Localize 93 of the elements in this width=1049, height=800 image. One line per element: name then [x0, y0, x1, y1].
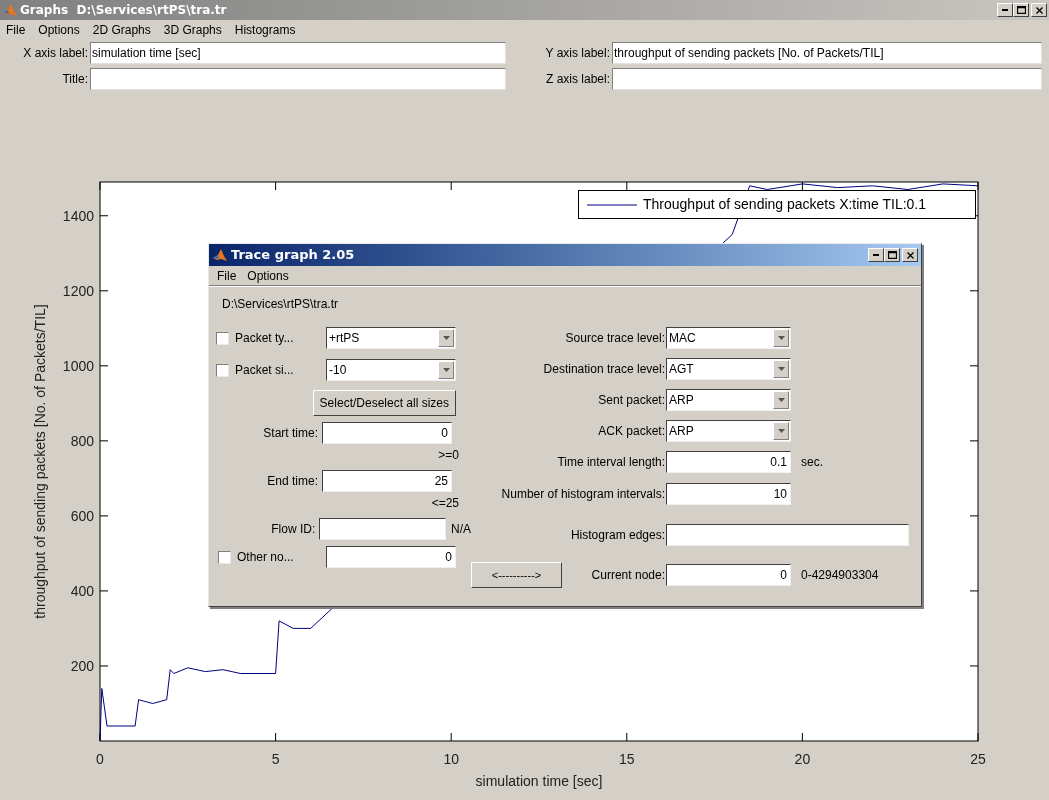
checkbox-label: Other no... [237, 549, 294, 566]
menu-item[interactable]: 2D Graphs [92, 21, 151, 39]
range-hint: <=25 [431, 495, 459, 512]
minimize-icon [1002, 9, 1008, 11]
menu-item[interactable]: Options [38, 21, 80, 39]
checkbox-label: Packet si... [235, 362, 294, 379]
minimize-icon [873, 254, 879, 256]
x-tick-label: 15 [619, 751, 635, 767]
menu-item[interactable]: Options [247, 266, 289, 285]
dropdown[interactable]: AGT [666, 357, 791, 380]
field-note: N/A [451, 521, 471, 538]
dropdown-arrow-icon [777, 366, 785, 371]
text-field[interactable]: 10 [666, 483, 791, 505]
y-axis-label: throughput of sending packets [No. of Packets/TIL] [32, 304, 48, 619]
checkbox[interactable] [216, 363, 229, 377]
field-label: Time interval length: [557, 454, 665, 471]
step-node-button[interactable]: <----------> [471, 562, 562, 588]
field-label: Z axis label: [544, 71, 611, 88]
field-note: sec. [801, 454, 823, 471]
field-label: Histogram edges: [570, 527, 665, 544]
text-field[interactable]: 0 [326, 546, 456, 568]
field-label: Start time: [262, 425, 319, 442]
menu-item[interactable]: File [217, 266, 237, 285]
field-label: Destination trace level: [543, 360, 665, 378]
legend-line-icon [587, 202, 637, 207]
close-button[interactable] [1031, 3, 1047, 17]
y-tick-label: 1200 [62, 282, 94, 299]
text-field[interactable]: 25 [322, 470, 452, 492]
field-label: Y axis label: [544, 45, 611, 62]
text-field[interactable]: 0.1 [666, 451, 791, 473]
text-field[interactable]: throughput of sending packets [No. of Packets/TIL] [612, 42, 1042, 64]
legend-text: Throughput of sending packets X:time TIL:0.1 [643, 195, 927, 214]
text-field[interactable] [666, 524, 909, 546]
close-icon [906, 251, 914, 259]
minimize-button[interactable] [997, 3, 1013, 17]
field-label: Number of histogram intervals: [501, 486, 665, 503]
field-label: X axis label: [22, 45, 89, 62]
text-field[interactable]: 0 [666, 564, 791, 586]
field-note: 0-4294903304 [801, 567, 879, 584]
dropdown[interactable]: MAC [666, 326, 791, 349]
dropdown[interactable]: ARP [666, 388, 791, 411]
select-all-sizes-button[interactable]: Select/Deselect all sizes [312, 390, 456, 416]
dropdown[interactable]: ARP [666, 419, 791, 442]
menu-item[interactable]: 3D Graphs [163, 21, 222, 39]
field-label: Source trace level: [565, 329, 665, 347]
field-label: End time: [266, 473, 319, 490]
checkbox-label: Packet ty... [235, 330, 294, 347]
field-label: Current node: [591, 567, 665, 584]
y-tick-label: 400 [70, 582, 94, 599]
field-label: Flow ID: [270, 521, 317, 538]
maximize-icon [1016, 6, 1026, 14]
field-label: ACK packet: [598, 422, 665, 440]
y-tick-label: 600 [70, 507, 94, 524]
dropdown-arrow-icon [777, 428, 785, 433]
window-title: Graphs D:\Services\rtPS\tra.tr [20, 2, 227, 19]
dropdown-arrow-icon [442, 336, 450, 340]
y-tick-label: 200 [70, 657, 94, 674]
peak-logo-icon [212, 247, 228, 263]
close-icon [1035, 6, 1043, 14]
x-tick-label: 0 [96, 751, 104, 767]
x-tick-label: 25 [970, 751, 986, 767]
checkbox[interactable] [218, 550, 231, 564]
text-field[interactable]: simulation time [sec] [90, 42, 506, 64]
maximize-icon [887, 251, 897, 259]
checkbox[interactable] [216, 331, 229, 345]
y-tick-label: 1000 [62, 357, 94, 374]
dropdown-arrow-icon [442, 368, 450, 372]
file-path: D:\Services\rtPS\tra.tr [221, 296, 340, 313]
text-field[interactable] [319, 518, 446, 540]
y-tick-label: 800 [70, 432, 94, 449]
peak-logo-icon [2, 2, 18, 18]
menu-item[interactable]: Histograms [234, 21, 296, 39]
text-field[interactable] [90, 68, 506, 90]
y-tick-label: 1400 [62, 207, 94, 224]
dropdown-arrow-icon [777, 397, 785, 402]
range-hint: >=0 [438, 447, 459, 464]
x-tick-label: 5 [271, 751, 280, 767]
x-tick-label: 10 [443, 751, 459, 767]
dialog-title: Trace graph 2.05 [231, 246, 355, 265]
dropdown[interactable]: -10 [326, 359, 456, 381]
dropdown[interactable]: +rtPS [326, 327, 456, 349]
field-label: Sent packet: [598, 391, 665, 409]
maximize-button[interactable] [884, 248, 900, 262]
text-field[interactable]: 0 [322, 422, 452, 444]
x-tick-label: 20 [794, 751, 811, 767]
maximize-button[interactable] [1013, 3, 1029, 17]
menu-item[interactable]: File [6, 21, 26, 39]
dropdown-arrow-icon [777, 335, 785, 340]
minimize-button[interactable] [868, 248, 884, 262]
close-button[interactable] [902, 248, 918, 262]
field-label: Title: [61, 71, 89, 88]
text-field[interactable] [612, 68, 1042, 90]
x-axis-label: simulation time [sec] [475, 773, 603, 789]
